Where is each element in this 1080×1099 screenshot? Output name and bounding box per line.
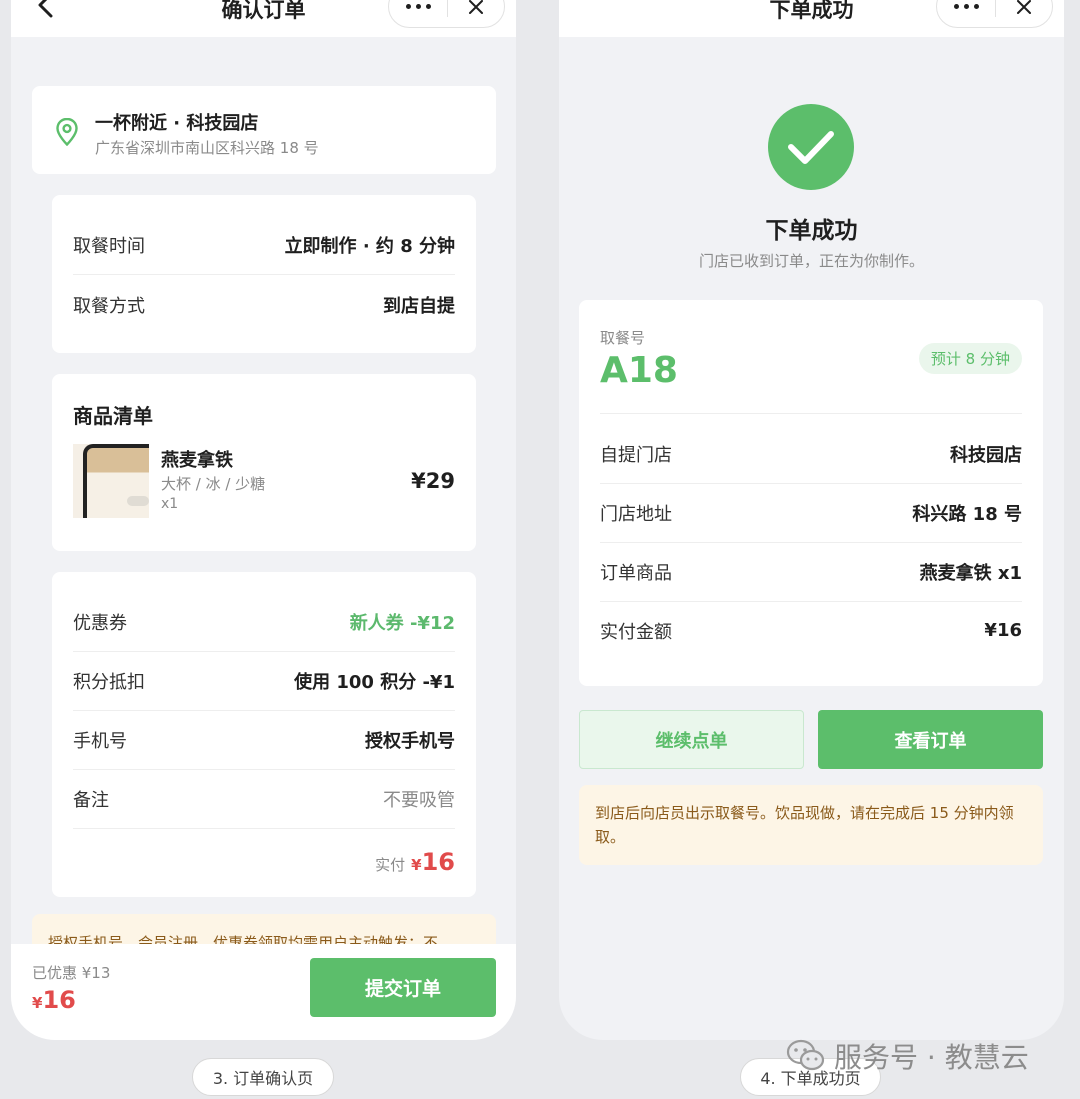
store-card[interactable]: 一杯附近 · 科技园店 广东省深圳市南山区科兴路 18 号 [32,86,496,174]
caption-order-confirm: 3. 订单确认页 [192,1058,334,1096]
view-order-button[interactable]: 查看订单 [818,710,1043,769]
row-value: 科技园店 [950,444,1022,466]
row-value: 到店自提 [383,295,455,317]
total-amount: 16 [421,848,455,876]
row-value: 科兴路 18 号 [912,503,1022,525]
divider [73,828,455,829]
row-value: 燕麦拿铁 x1 [919,562,1022,584]
order-info-card: 取餐号 A18 预计 8 分钟 自提门店 科技园店 门店地址 科兴路 18 号 … [579,300,1043,686]
submit-order-button[interactable]: 提交订单 [310,958,496,1017]
phone-value: 授权手机号 [365,730,455,752]
product-price: ¥29 [411,469,455,493]
success-check-icon [768,104,854,190]
store-row: 自提门店 科技园店 [600,424,1022,483]
pickup-number-label: 取餐号 [600,329,646,347]
coupon-row[interactable]: 优惠券 新人券 -¥12 [73,592,455,651]
watermark-text: 服务号 · 教慧云 [834,1041,1029,1074]
pickup-method-row[interactable]: 取餐方式 到店自提 [73,275,455,334]
product-quantity: x1 [161,496,179,512]
store-name: 一杯附近 · 科技园店 [95,113,259,134]
pickup-time-row[interactable]: 取餐时间 立即制作 · 约 8 分钟 [73,215,455,274]
pay-amount: ¥ 16 [32,986,76,1014]
success-title: 下单成功 [765,218,858,244]
row-label: 手机号 [73,730,127,752]
goods-card: 商品清单 燕麦拿铁 大杯 / 冰 / 少糖 x1 ¥29 [52,374,476,551]
row-label: 积分抵扣 [73,671,145,693]
navbar: 确认订单 [11,0,516,37]
close-icon [469,0,483,14]
pickup-number: A18 [600,350,678,391]
row-label: 自提门店 [600,444,672,466]
points-value: 使用 100 积分 -¥1 [294,671,455,693]
continue-ordering-button[interactable]: 继续点单 [579,710,804,769]
success-subtitle: 门店已收到订单，正在为你制作。 [698,252,924,270]
bottom-bar: 已优惠 ¥13 ¥ 16 提交订单 [11,944,516,1040]
row-label: 备注 [73,789,109,811]
total-label: 实付 [375,856,406,874]
total-currency: ¥ [411,856,422,874]
mini-program-capsule [388,0,505,28]
goods-row: 订单商品 燕麦拿铁 x1 [600,542,1022,601]
address-row: 门店地址 科兴路 18 号 [600,483,1022,542]
watermark: 服务号 · 教慧云 [786,1036,1029,1076]
close-button[interactable] [448,0,504,27]
location-pin-icon [56,118,78,146]
pickup-card: 取餐时间 立即制作 · 约 8 分钟 取餐方式 到店自提 [52,195,476,353]
close-icon [1017,0,1031,14]
product-spec: 大杯 / 冰 / 少糖 [161,475,266,493]
points-row[interactable]: 积分抵扣 使用 100 积分 -¥1 [73,651,455,710]
eta-badge: 预计 8 分钟 [918,343,1022,374]
product-image [73,444,149,518]
total-line: 实付 ¥ 16 [375,848,455,876]
row-value: 立即制作 · 约 8 分钟 [284,235,455,257]
order-confirm-screen: 确认订单 一杯附近 · 科技园店 广东省深圳市南山区科兴路 18 号 取餐时间 … [11,0,516,1040]
divider [600,413,1022,414]
row-label: 优惠券 [73,612,127,634]
remark-value: 不要吸管 [383,789,455,811]
row-value: ¥16 [984,620,1022,641]
row-label: 取餐方式 [73,295,145,317]
pay-value: 16 [42,986,76,1014]
close-button[interactable] [996,0,1052,27]
navbar: 下单成功 [559,0,1064,37]
row-label: 门店地址 [600,503,672,525]
pickup-tip: 到店后向店员出示取餐号。饮品现做，请在完成后 15 分钟内领取。 [579,785,1043,865]
more-menu-button[interactable] [937,0,995,27]
saved-amount: 已优惠 ¥13 [32,964,111,982]
remark-row[interactable]: 备注 不要吸管 [73,769,455,828]
more-menu-button[interactable] [389,0,447,27]
pay-currency: ¥ [32,994,43,1012]
row-label: 取餐时间 [73,235,145,257]
goods-title: 商品清单 [73,404,153,428]
store-address: 广东省深圳市南山区科兴路 18 号 [95,139,319,157]
mini-program-capsule [936,0,1053,28]
row-label: 实付金额 [600,621,672,643]
fee-card: 优惠券 新人券 -¥12 积分抵扣 使用 100 积分 -¥1 手机号 授权手机… [52,572,476,897]
order-success-screen: 下单成功 下单成功 门店已收到订单，正在为你制作。 取餐号 A18 预计 8 分… [559,0,1064,1040]
coupon-value: 新人券 -¥12 [349,612,455,634]
product-name: 燕麦拿铁 [161,450,233,471]
row-label: 订单商品 [600,562,672,584]
phone-row[interactable]: 手机号 授权手机号 [73,710,455,769]
paid-row: 实付金额 ¥16 [600,601,1022,660]
wechat-icon [786,1039,825,1071]
